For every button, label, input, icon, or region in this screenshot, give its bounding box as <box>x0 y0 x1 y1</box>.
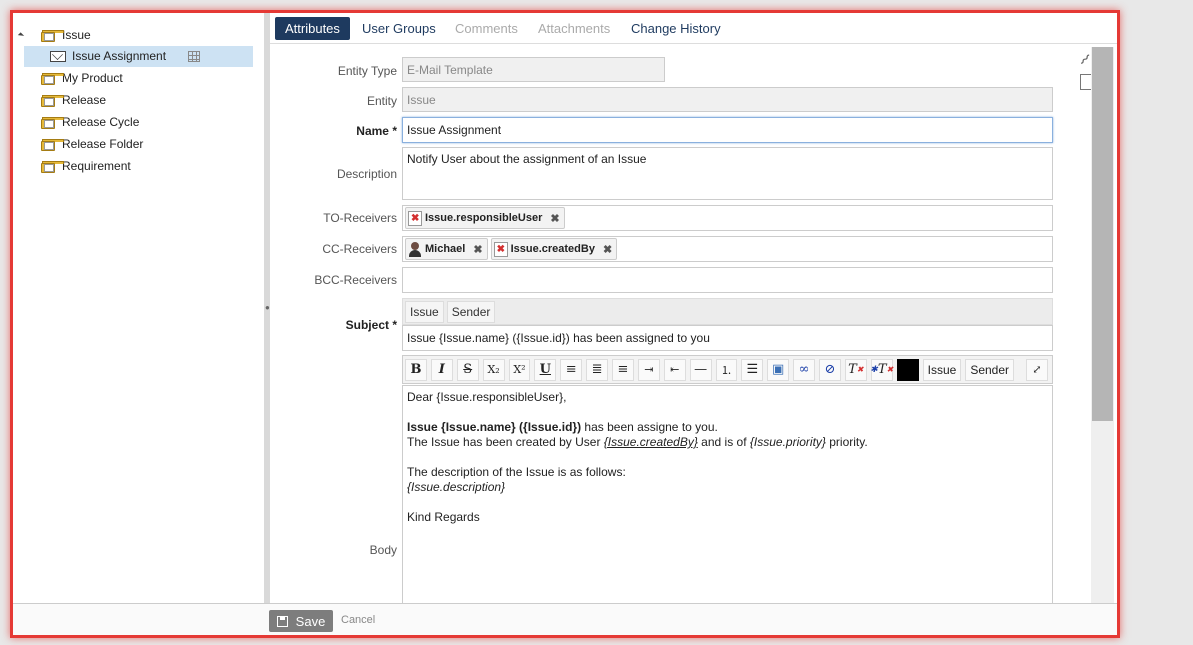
expand-arrow-icon[interactable] <box>17 32 25 39</box>
bcc-receivers-field[interactable] <box>402 267 1053 293</box>
subject-label: Subject * <box>345 318 397 332</box>
folder-icon <box>41 94 64 107</box>
remove-chip-icon[interactable]: ✖ <box>603 243 612 256</box>
body-label: Body <box>369 543 397 557</box>
bullet-list-icon[interactable]: ☰ <box>741 358 764 381</box>
tree-item-issue[interactable]: Issue <box>41 25 91 46</box>
description-label: Description <box>336 167 397 181</box>
tree-item-issue-assignment[interactable]: Issue Assignment <box>24 46 253 67</box>
bcc-receivers-label: BCC-Receivers <box>314 273 397 287</box>
cc-receivers-field[interactable]: Michael ✖ Issue.createdBy ✖ <box>402 236 1053 262</box>
subject-variable-issue[interactable]: Issue <box>405 300 444 323</box>
link-icon[interactable]: ∞ <box>793 358 815 381</box>
entity-type-label: Entity Type <box>337 64 397 78</box>
superscript-icon[interactable]: X² <box>508 358 531 381</box>
tree-item-release-folder[interactable]: Release Folder <box>41 134 143 155</box>
tab-change-history[interactable]: Change History <box>621 17 731 40</box>
horizontal-rule-icon[interactable]: — <box>689 358 712 381</box>
tree-item-label: My Product <box>62 71 123 85</box>
body-line-1: Issue {Issue.name} ({Issue.id}) has been… <box>407 420 718 434</box>
app-window: Issue Issue Assignment My Product Releas… <box>10 10 1120 638</box>
text-color-icon[interactable] <box>896 358 919 381</box>
to-receivers-label: TO-Receivers <box>323 211 397 225</box>
form-scrollbar[interactable] <box>1091 47 1114 603</box>
image-icon[interactable]: ▣ <box>767 358 790 381</box>
name-label: Name * <box>356 124 397 138</box>
folder-icon <box>41 138 64 151</box>
remove-chip-icon[interactable]: ✖ <box>550 212 559 225</box>
body-line-4: {Issue.description} <box>407 480 506 494</box>
subject-input[interactable]: Issue {Issue.name} ({Issue.id}) has been… <box>402 325 1053 351</box>
detail-panel: Attributes User Groups Comments Attachme… <box>270 13 1117 603</box>
body-line-3: The description of the Issue is as follo… <box>407 465 626 479</box>
scrollbar-thumb[interactable] <box>1092 47 1113 421</box>
tree-item-requirement[interactable]: Requirement <box>41 156 131 177</box>
to-receivers-field[interactable]: Issue.responsibleUser ✖ <box>402 205 1053 231</box>
underline-icon[interactable]: U <box>534 358 557 381</box>
tree-item-release[interactable]: Release <box>41 90 106 111</box>
body-editor[interactable]: Dear {Issue.responsibleUser}, Issue {Iss… <box>402 385 1053 603</box>
body-line-2: The Issue has been created by User {Issu… <box>407 435 868 449</box>
tab-bar: Attributes User Groups Comments Attachme… <box>270 13 1117 44</box>
subject-variable-bar: Issue Sender <box>402 298 1053 325</box>
folder-icon <box>41 72 64 85</box>
italic-icon[interactable]: I <box>430 358 453 381</box>
unlink-icon[interactable]: ⊘ <box>819 358 841 381</box>
indent-icon[interactable]: ⇥ <box>637 358 660 381</box>
tree-item-release-cycle[interactable]: Release Cycle <box>41 112 139 133</box>
tree-item-label: Issue Assignment <box>72 49 167 63</box>
cancel-button[interactable]: Cancel <box>341 614 375 626</box>
splitter-handle-icon[interactable]: ● <box>265 303 270 312</box>
maximize-icon[interactable]: ⤢ <box>1026 358 1048 381</box>
remove-chip-icon[interactable]: ✖ <box>473 243 482 256</box>
editor-toolbar: B I S X₂ X² U ≡ ≣ ≡ ⇥ ⇤ — ⒈ ☰ ▣ ∞ ⊘ T ✖ ✱… <box>402 355 1053 384</box>
tree-item-my-product[interactable]: My Product <box>41 68 123 89</box>
tree-item-label: Release Folder <box>62 137 144 151</box>
envelope-icon <box>50 51 66 62</box>
body-variable-sender[interactable]: Sender <box>965 358 1015 381</box>
body-closing: Kind Regards <box>407 510 480 524</box>
entity-tree: Issue Issue Assignment My Product Releas… <box>13 13 264 603</box>
clear-style-icon[interactable]: ✱ T ✖ <box>870 358 893 381</box>
folder-icon <box>41 29 64 42</box>
save-button[interactable]: Save <box>269 610 333 632</box>
footer-bar: Save Cancel <box>13 603 1117 635</box>
entity-label: Entity <box>366 94 397 108</box>
tab-attachments: Attachments <box>538 21 611 36</box>
table-icon[interactable] <box>188 51 201 62</box>
tree-item-label: Requirement <box>62 159 131 173</box>
align-right-icon[interactable]: ≡ <box>612 358 634 381</box>
outdent-icon[interactable]: ⇤ <box>663 358 686 381</box>
disk-icon <box>276 615 288 627</box>
subject-variable-sender[interactable]: Sender <box>446 300 496 323</box>
receiver-chip: Issue.createdBy ✖ <box>490 238 618 260</box>
folder-icon <box>41 116 64 129</box>
document-error-icon <box>408 210 422 226</box>
name-input[interactable]: Issue Assignment <box>402 117 1053 143</box>
entity-type-field: E-Mail Template <box>402 57 665 82</box>
label-column: Entity Type Entity Name * Description TO… <box>270 13 397 603</box>
strikethrough-icon[interactable]: S <box>456 358 479 381</box>
receiver-chip: Michael ✖ <box>405 238 488 260</box>
tree-item-label: Release Cycle <box>62 115 140 129</box>
document-error-icon <box>493 241 508 257</box>
subscript-icon[interactable]: X₂ <box>482 358 505 381</box>
align-left-icon[interactable]: ≡ <box>560 358 583 381</box>
tree-item-label: Issue <box>62 28 91 42</box>
cc-receivers-label: CC-Receivers <box>322 242 397 256</box>
entity-field: Issue <box>402 87 1053 112</box>
folder-icon <box>41 160 64 173</box>
tab-comments: Comments <box>455 21 518 36</box>
user-icon <box>408 241 422 257</box>
description-textarea[interactable]: Notify User about the assignment of an I… <box>402 147 1053 200</box>
tree-item-label: Release <box>62 93 107 107</box>
clear-format-icon[interactable]: T ✖ <box>844 358 867 381</box>
receiver-chip: Issue.responsibleUser ✖ <box>405 207 565 229</box>
body-greeting: Dear {Issue.responsibleUser}, <box>407 390 567 404</box>
bold-icon[interactable]: B <box>405 358 427 381</box>
align-center-icon[interactable]: ≣ <box>586 358 608 381</box>
numbered-list-icon[interactable]: ⒈ <box>715 358 738 381</box>
body-variable-issue[interactable]: Issue <box>922 358 962 381</box>
